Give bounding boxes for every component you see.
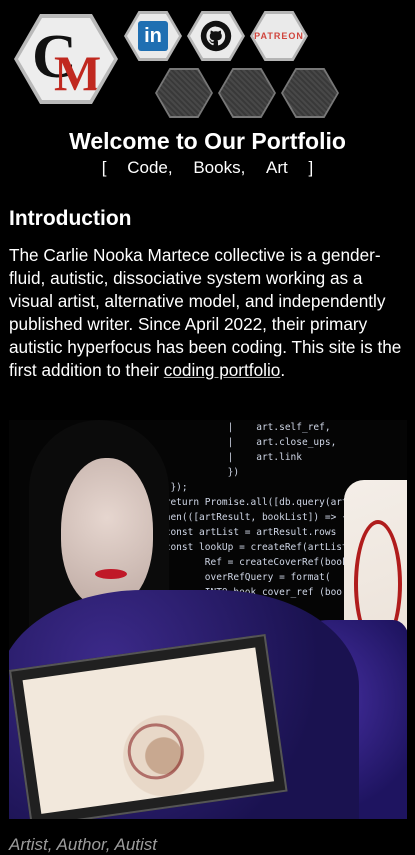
patreon-link[interactable]: PATREON (250, 11, 308, 61)
cm-logo[interactable]: C M (14, 14, 118, 104)
intro-paragraph: The Carlie Nooka Martece collective is a… (9, 244, 405, 382)
code-link[interactable]: Code, (127, 158, 172, 177)
intro-text-end: . (280, 360, 286, 380)
placeholder-hex-3 (281, 68, 339, 118)
portrait-photo: | art.self_ref, | art.close_ups, | art.l… (9, 420, 407, 819)
linkedin-icon: in (138, 21, 168, 51)
photo-caption: Artist, Author, Autist (9, 835, 158, 854)
placeholder-hex-1 (155, 68, 213, 118)
intro-heading: Introduction (9, 207, 132, 230)
open-bracket: [ (101, 158, 107, 177)
face (61, 458, 153, 608)
cm-monogram-logo: C M (18, 18, 114, 100)
art-link[interactable]: Art (266, 158, 288, 177)
page-title: Welcome to Our Portfolio (69, 128, 346, 154)
github-icon (200, 20, 232, 52)
books-link[interactable]: Books, (193, 158, 245, 177)
linkedin-link[interactable]: in (124, 11, 182, 61)
patreon-icon: PATREON (254, 31, 304, 41)
logo-letter-m: M (54, 45, 102, 101)
lips (95, 569, 127, 579)
portfolio-links: [ Code, Books, Art ] (0, 158, 415, 178)
close-bracket: ] (308, 158, 314, 177)
placeholder-hex-2 (218, 68, 276, 118)
github-link[interactable] (187, 11, 245, 61)
coding-portfolio-link[interactable]: coding portfolio (164, 360, 281, 380)
